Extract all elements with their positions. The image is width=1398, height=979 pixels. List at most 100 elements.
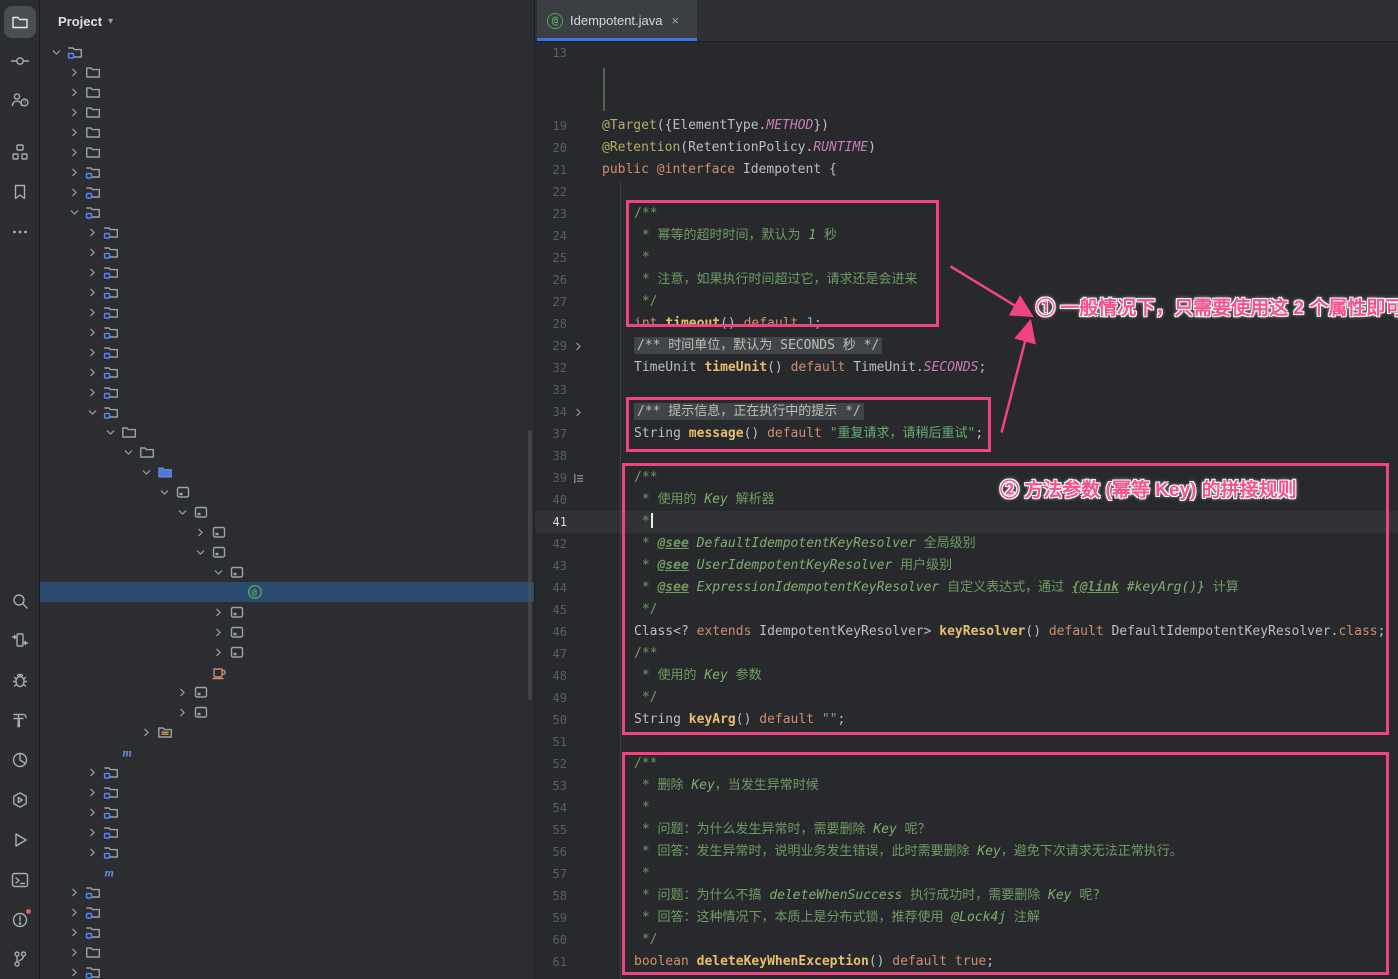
code-line-52[interactable]: 52/** <box>535 753 1398 775</box>
chevron-collapsed-icon[interactable] <box>210 607 227 618</box>
line-number[interactable]: 33 <box>535 379 567 401</box>
line-number[interactable]: 27 <box>535 291 567 313</box>
chevron-collapsed-icon[interactable] <box>84 767 101 778</box>
tab-idempotent-java[interactable]: @ Idempotent.java × <box>537 0 697 41</box>
code-line-54[interactable]: 54 * <box>535 797 1398 819</box>
tree-item-lock4j[interactable] <box>40 682 534 702</box>
chevron-collapsed-icon[interactable] <box>174 687 191 698</box>
chevron-expanded-icon[interactable] <box>102 427 119 438</box>
project-panel-header[interactable]: Project ▾ <box>40 0 534 42</box>
gutter[interactable]: 48 <box>535 665 591 687</box>
services-icon[interactable] <box>4 624 36 656</box>
tree-item-gitee[interactable] <box>40 62 534 82</box>
chevron-collapsed-icon[interactable] <box>66 147 83 158</box>
gutter[interactable]: 41 <box>535 511 591 533</box>
code-line-59[interactable]: 59 * 回答：这种情况下，本质上是分布式锁，推荐使用 @Lock4j 注解 <box>535 907 1398 929</box>
chevron-collapsed-icon[interactable] <box>66 967 83 978</box>
gutter[interactable]: 13 <box>535 42 591 64</box>
tree-item-yudao-spring-boot-starter-web[interactable] <box>40 822 534 842</box>
gutter[interactable]: 53 <box>535 775 591 797</box>
chevron-expanded-icon[interactable] <box>138 467 155 478</box>
gutter[interactable]: 34 <box>535 401 591 423</box>
chevron-collapsed-icon[interactable] <box>66 887 83 898</box>
gutter[interactable]: 19 <box>535 115 591 137</box>
chevron-collapsed-icon[interactable] <box>174 707 191 718</box>
tree-item-yudao-spring-boot-starter-biz-data-permission[interactable] <box>40 242 534 262</box>
chevron-collapsed-icon[interactable] <box>66 927 83 938</box>
tree-item-sql[interactable] <box>40 142 534 162</box>
tree-item-github[interactable] <box>40 82 534 102</box>
tree-item-yudao-spring-boot-starter-redis[interactable] <box>40 762 534 782</box>
more-tool-windows-icon[interactable] <box>4 216 36 248</box>
code-line-41[interactable]: 41 * <box>535 511 1398 533</box>
chevron-collapsed-icon[interactable] <box>66 87 83 98</box>
line-number[interactable]: 25 <box>535 247 567 269</box>
gutter[interactable]: 60 <box>535 929 591 951</box>
tree-item-script[interactable] <box>40 122 534 142</box>
code-line-56[interactable]: 56 * 回答：发生异常时，说明业务发生错误，此时需要删除 Key，避免下次请求… <box>535 841 1398 863</box>
chevron-collapsed-icon[interactable] <box>84 847 101 858</box>
tree-item-annotation[interactable] <box>40 562 534 582</box>
line-number[interactable]: 20 <box>535 137 567 159</box>
line-number[interactable]: 22 <box>535 181 567 203</box>
line-number[interactable]: 24 <box>535 225 567 247</box>
bookmarks-icon[interactable] <box>4 176 36 208</box>
tree-item-package-info-java[interactable] <box>40 662 534 682</box>
line-number[interactable]: 59 <box>535 907 567 929</box>
chevron-collapsed-icon[interactable] <box>66 947 83 958</box>
tree-item-keyresolver[interactable] <box>40 622 534 642</box>
code-line-20[interactable]: 20@Retention(RetentionPolicy.RUNTIME) <box>535 137 1398 159</box>
gutter-lines-icon[interactable] <box>567 473 589 484</box>
tree-item-yudao-spring-boot-starter-excel[interactable] <box>40 302 534 322</box>
gutter[interactable]: 38 <box>535 445 591 467</box>
run-services-icon[interactable] <box>4 784 36 816</box>
tree-item-yudao-spring-boot-starter-websocket[interactable] <box>40 842 534 862</box>
gutter[interactable]: 21 <box>535 159 591 181</box>
code-line-51[interactable]: 51 <box>535 731 1398 753</box>
line-number[interactable]: 40 <box>535 489 567 511</box>
gutter[interactable]: 55 <box>535 819 591 841</box>
code-line-26[interactable]: 26 * 注意，如果执行时间超过它，请求还是会进来 <box>535 269 1398 291</box>
structure-icon[interactable] <box>4 136 36 168</box>
code-area[interactable]: 13 19@Target({ElementType.METHOD})20@Ret… <box>535 42 1398 979</box>
code-line-23[interactable]: 23/** <box>535 203 1398 225</box>
code-line-25[interactable]: 25 * <box>535 247 1398 269</box>
code-line-32[interactable]: 32TimeUnit timeUnit() default TimeUnit.S… <box>535 357 1398 379</box>
chevron-collapsed-icon[interactable] <box>66 107 83 118</box>
chevron-expanded-icon[interactable] <box>48 47 65 58</box>
gutter[interactable]: 22 <box>535 181 591 203</box>
debug-icon[interactable] <box>4 664 36 696</box>
chevron-collapsed-icon[interactable] <box>66 907 83 918</box>
problems-icon[interactable] <box>4 904 36 936</box>
chevron-expanded-icon[interactable] <box>192 547 209 558</box>
code-line-34[interactable]: 34/** 提示信息，正在执行中的提示 */ <box>535 401 1398 423</box>
code-line-38[interactable]: 38 <box>535 445 1398 467</box>
code-line-45[interactable]: 45 */ <box>535 599 1398 621</box>
code-line-48[interactable]: 48 * 使用的 Key 参数 <box>535 665 1398 687</box>
code-line-55[interactable]: 55 * 问题：为什么发生异常时，需要删除 Key 呢？ <box>535 819 1398 841</box>
line-number[interactable]: 43 <box>535 555 567 577</box>
code-line-49[interactable]: 49 */ <box>535 687 1398 709</box>
chevron-collapsed-icon[interactable] <box>210 627 227 638</box>
close-icon[interactable]: × <box>672 13 680 28</box>
tree-item-ruoyi-vue-pro-jdk21-yudao[interactable] <box>40 42 534 62</box>
line-number[interactable]: 13 <box>535 42 567 64</box>
gutter[interactable]: 50 <box>535 709 591 731</box>
gutter[interactable]: 43 <box>535 555 591 577</box>
tree-item-yudao-dependencies[interactable] <box>40 162 534 182</box>
gutter[interactable]: 52 <box>535 753 591 775</box>
code-line-22[interactable]: 22 <box>535 181 1398 203</box>
profiler-icon[interactable] <box>4 744 36 776</box>
tree-item-core[interactable] <box>40 542 534 562</box>
gutter[interactable]: 28 <box>535 313 591 335</box>
commit-icon[interactable] <box>4 45 36 77</box>
tree-item-idempotent[interactable]: @ <box>40 582 534 602</box>
gutter[interactable]: 61 <box>535 951 591 973</box>
tree-item-redis[interactable] <box>40 642 534 662</box>
line-number[interactable]: 45 <box>535 599 567 621</box>
gutter[interactable]: 26 <box>535 269 591 291</box>
line-number[interactable]: 48 <box>535 665 567 687</box>
code-line-19[interactable]: 19@Target({ElementType.METHOD}) <box>535 115 1398 137</box>
gutter[interactable]: 54 <box>535 797 591 819</box>
gutter[interactable]: 29 <box>535 335 591 357</box>
